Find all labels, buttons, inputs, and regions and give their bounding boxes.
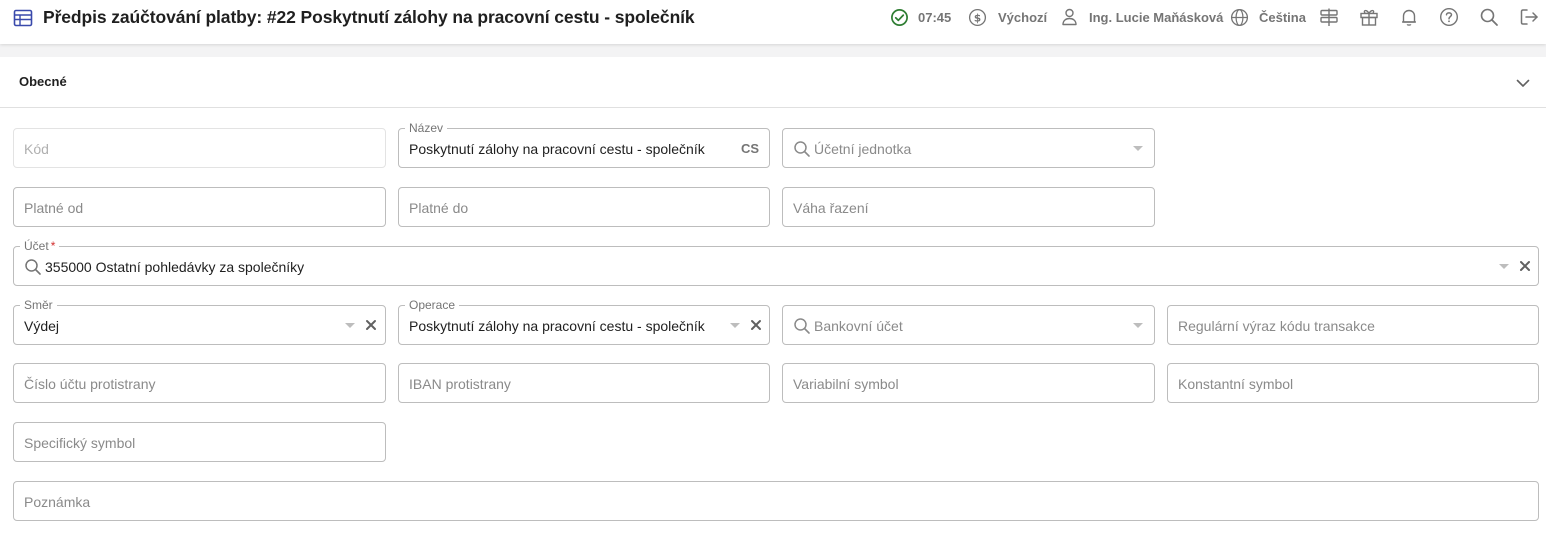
- accounting-unit-select[interactable]: Účetní jednotka: [782, 128, 1155, 168]
- check-circle-icon: [890, 8, 909, 27]
- search-icon: [24, 258, 42, 276]
- sort-weight-placeholder: Váha řazení: [793, 200, 869, 216]
- counterparty-iban-field[interactable]: IBAN protistrany: [398, 363, 770, 403]
- operation-value: Poskytnutí zálohy na pracovní cestu - sp…: [409, 318, 705, 334]
- gift-icon[interactable]: [1359, 7, 1379, 27]
- constant-symbol-placeholder: Konstantní symbol: [1178, 376, 1294, 392]
- clear-icon[interactable]: [749, 318, 763, 332]
- currency-profile-button[interactable]: $ Výchozí: [968, 0, 1047, 34]
- code-field: Kód: [13, 128, 386, 168]
- search-icon[interactable]: [1479, 7, 1499, 27]
- logout-icon[interactable]: [1519, 7, 1539, 27]
- user-menu[interactable]: Ing. Lucie Maňásková: [1061, 0, 1223, 34]
- counterparty-account-field[interactable]: Číslo účtu protistrany: [13, 363, 386, 403]
- account-label: Účet *: [20, 238, 60, 254]
- direction-select[interactable]: Směr Výdej: [13, 297, 386, 345]
- app-header: Předpis zaúčtování platby: #22 Poskytnut…: [0, 0, 1546, 44]
- transaction-regex-field[interactable]: Regulární výraz kódu transakce: [1167, 305, 1539, 345]
- bank-account-placeholder: Bankovní účet: [814, 318, 903, 334]
- note-field[interactable]: Poznámka: [13, 481, 1539, 521]
- language-menu[interactable]: Čeština: [1230, 0, 1306, 34]
- dollar-circle-icon: $: [968, 8, 987, 27]
- specific-symbol-field[interactable]: Specifický symbol: [13, 422, 386, 462]
- clear-icon[interactable]: [364, 318, 378, 332]
- operation-select[interactable]: Operace Poskytnutí zálohy na pracovní ce…: [398, 297, 770, 345]
- counterparty-account-placeholder: Číslo účtu protistrany: [24, 376, 156, 392]
- variable-symbol-field[interactable]: Variabilní symbol: [782, 363, 1155, 403]
- direction-label: Směr: [20, 297, 57, 313]
- svg-text:$: $: [974, 12, 981, 24]
- signpost-icon[interactable]: [1319, 7, 1339, 27]
- section-general[interactable]: Obecné: [0, 57, 1546, 108]
- page-title: Předpis zaúčtování platby: #22 Poskytnut…: [43, 7, 695, 27]
- table-icon: [13, 8, 33, 28]
- sort-weight-field[interactable]: Váha řazení: [782, 187, 1155, 227]
- search-icon: [793, 317, 811, 335]
- operation-label: Operace: [405, 297, 460, 313]
- user-icon: [1061, 8, 1078, 26]
- section-title: Obecné: [19, 74, 67, 89]
- dropdown-arrow-icon[interactable]: [1133, 146, 1143, 151]
- specific-symbol-placeholder: Specifický symbol: [24, 435, 136, 451]
- globe-icon: [1230, 8, 1249, 27]
- search-icon: [793, 140, 811, 158]
- variable-symbol-placeholder: Variabilní symbol: [793, 376, 899, 392]
- transaction-regex-placeholder: Regulární výraz kódu transakce: [1178, 318, 1375, 334]
- clear-icon[interactable]: [1518, 259, 1532, 273]
- language-badge[interactable]: CS: [741, 141, 759, 156]
- constant-symbol-field[interactable]: Konstantní symbol: [1167, 363, 1539, 403]
- dropdown-arrow-icon[interactable]: [1499, 264, 1509, 269]
- help-icon[interactable]: [1439, 7, 1459, 27]
- sync-status[interactable]: 07:45: [890, 0, 951, 34]
- accounting-unit-placeholder: Účetní jednotka: [814, 141, 912, 157]
- code-placeholder: Kód: [24, 141, 49, 157]
- account-value: 355000 Ostatní pohledávky za společníky: [45, 259, 305, 275]
- valid-from-placeholder: Platné od: [24, 200, 84, 216]
- chevron-down-icon[interactable]: [1514, 74, 1532, 92]
- account-select[interactable]: Účet * 355000 Ostatní pohledávky za spole…: [13, 238, 1539, 286]
- direction-value: Výdej: [24, 318, 60, 334]
- name-field[interactable]: Název Poskytnutí zálohy na pracovní cest…: [398, 120, 770, 168]
- dropdown-arrow-icon[interactable]: [1133, 323, 1143, 328]
- header-separator: [0, 44, 1546, 57]
- dropdown-arrow-icon[interactable]: [730, 323, 740, 328]
- valid-to-placeholder: Platné do: [409, 200, 469, 216]
- user-name: Ing. Lucie Maňásková: [1089, 9, 1224, 25]
- bank-account-select[interactable]: Bankovní účet: [782, 305, 1155, 345]
- dropdown-arrow-icon[interactable]: [345, 323, 355, 328]
- note-placeholder: Poznámka: [24, 494, 91, 510]
- counterparty-iban-placeholder: IBAN protistrany: [409, 376, 511, 392]
- valid-to-field[interactable]: Platné do: [398, 187, 770, 227]
- required-mark: *: [50, 239, 56, 253]
- time-label: 07:45: [918, 9, 952, 25]
- bell-icon[interactable]: [1399, 7, 1419, 27]
- name-label: Název: [405, 120, 448, 136]
- name-value: Poskytnutí zálohy na pracovní cestu - sp…: [409, 141, 705, 157]
- account-label-text: Účet: [24, 239, 49, 253]
- language-label: Čeština: [1259, 9, 1306, 25]
- valid-from-field[interactable]: Platné od: [13, 187, 386, 227]
- currency-profile-label: Výchozí: [998, 9, 1048, 25]
